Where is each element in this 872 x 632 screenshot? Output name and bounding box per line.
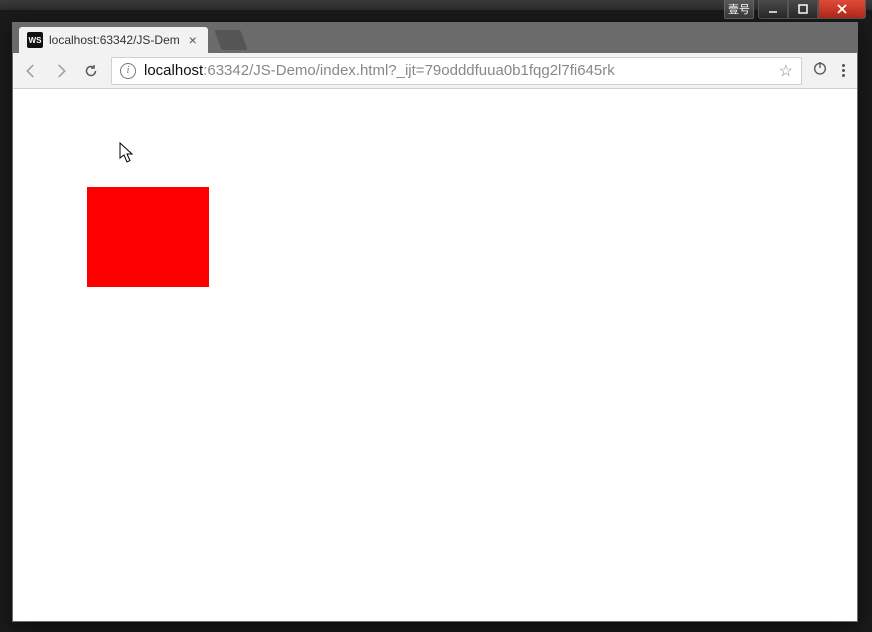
- tab-favicon-icon: WS: [27, 32, 43, 48]
- browser-window: WS localhost:63342/JS-Dem × i localhost:…: [12, 22, 858, 622]
- new-tab-button[interactable]: [214, 30, 247, 50]
- os-maximize-button[interactable]: [788, 0, 818, 19]
- tab-close-button[interactable]: ×: [186, 33, 200, 47]
- os-window-controls: 壹号: [724, 0, 866, 19]
- forward-button[interactable]: [51, 61, 71, 81]
- cursor-icon: [119, 142, 135, 169]
- browser-toolbar: i localhost:63342/JS-Demo/index.html?_ij…: [13, 53, 857, 89]
- ime-indicator[interactable]: 壹号: [724, 0, 754, 19]
- os-close-button[interactable]: [818, 0, 866, 19]
- os-titlebar: 壹号: [0, 0, 872, 10]
- red-box[interactable]: [87, 187, 209, 287]
- browser-menu-button[interactable]: [842, 64, 845, 77]
- url-text: localhost:63342/JS-Demo/index.html?_ijt=…: [144, 62, 771, 79]
- browser-tab[interactable]: WS localhost:63342/JS-Dem ×: [19, 27, 208, 53]
- toolbar-actions: [812, 60, 849, 81]
- extension-power-icon[interactable]: [812, 60, 828, 81]
- reload-button[interactable]: [81, 61, 101, 81]
- os-minimize-button[interactable]: [758, 0, 788, 19]
- back-button[interactable]: [21, 61, 41, 81]
- tab-strip: WS localhost:63342/JS-Dem ×: [13, 23, 857, 53]
- page-viewport[interactable]: [13, 89, 857, 621]
- site-info-icon[interactable]: i: [120, 63, 136, 79]
- url-path: :63342/JS-Demo/index.html?_ijt=79odddfuu…: [203, 62, 615, 79]
- tab-title: localhost:63342/JS-Dem: [49, 33, 180, 47]
- bookmark-star-icon[interactable]: ☆: [779, 61, 793, 81]
- url-host: localhost: [144, 62, 203, 79]
- address-bar[interactable]: i localhost:63342/JS-Demo/index.html?_ij…: [111, 57, 802, 85]
